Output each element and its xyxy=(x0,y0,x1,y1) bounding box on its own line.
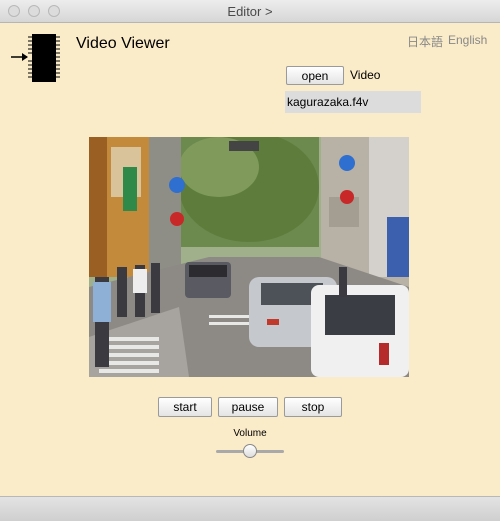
language-english-link[interactable]: English xyxy=(448,33,487,47)
status-bar xyxy=(0,496,500,521)
start-button[interactable]: start xyxy=(158,397,212,417)
open-button[interactable]: open xyxy=(286,66,344,85)
main-panel: Video Viewer 日本語 English open Video kagu… xyxy=(0,23,500,496)
file-name-field[interactable]: kagurazaka.f4v xyxy=(285,91,421,113)
pause-button[interactable]: pause xyxy=(218,397,278,417)
language-japanese-link[interactable]: 日本語 xyxy=(407,33,443,50)
volume-slider[interactable] xyxy=(216,443,284,461)
app-title: Video Viewer xyxy=(76,35,170,52)
window-title: Editor > xyxy=(227,4,273,19)
video-label: Video xyxy=(350,68,381,82)
volume-slider-thumb[interactable] xyxy=(243,444,257,458)
chip-icon xyxy=(11,34,60,82)
title-bar: Editor > xyxy=(0,0,500,23)
stop-button[interactable]: stop xyxy=(284,397,342,417)
video-player[interactable] xyxy=(89,137,409,377)
volume-label: Volume xyxy=(233,428,267,439)
